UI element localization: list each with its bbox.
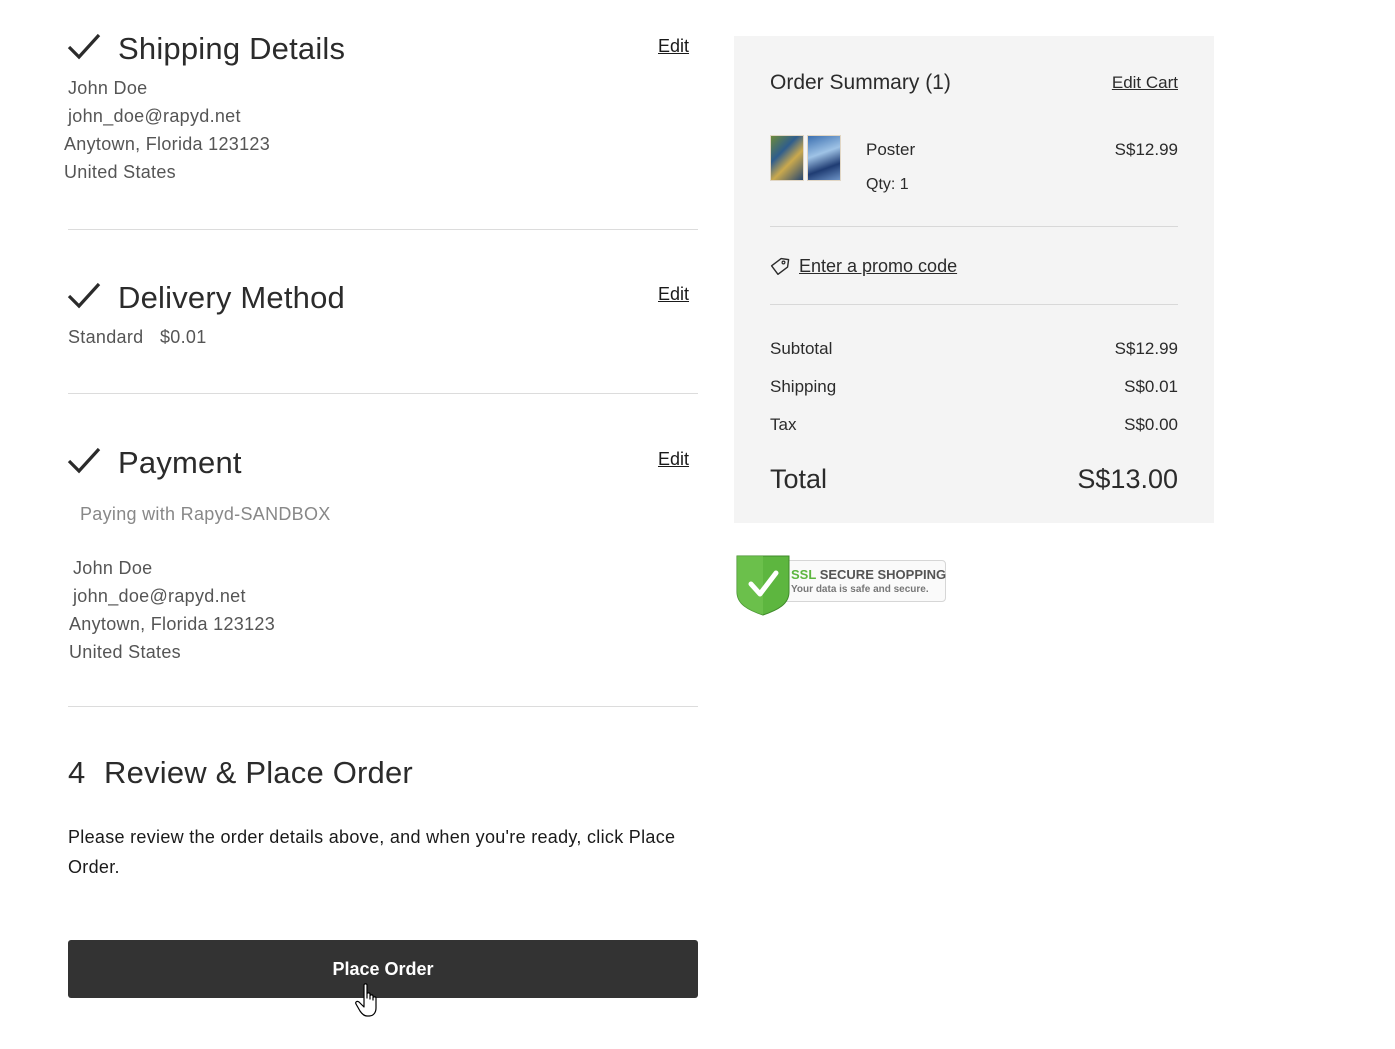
section-divider [68, 393, 698, 394]
shipping-country: United States [64, 162, 176, 182]
section-divider [68, 706, 698, 707]
summary-divider [770, 226, 1178, 227]
payment-title: Payment [118, 445, 242, 480]
order-summary-panel: Order Summary (1) Edit Cart Poster Qty: … [734, 36, 1214, 523]
review-step-number: 4 [68, 755, 86, 790]
subtotal-value: S$12.99 [1114, 339, 1178, 358]
payment-provider-text: Paying with Rapyd-SANDBOX [80, 504, 331, 524]
ssl-secure-badge: SSL SECURE SHOPPING Your data is safe an… [734, 554, 948, 616]
tax-value: S$0.00 [1124, 415, 1178, 434]
total-label: Total [770, 464, 828, 494]
cart-item-name: Poster [866, 140, 916, 159]
poster-thumbnail-left[interactable] [770, 135, 804, 181]
place-order-button[interactable]: Place Order [68, 940, 698, 998]
shipping-name: John Doe [68, 78, 148, 98]
hand-cursor-icon [355, 983, 377, 1017]
edit-cart-link[interactable]: Edit Cart [1112, 73, 1178, 93]
check-icon [67, 282, 101, 309]
shipping-email: john_doe@rapyd.net [68, 106, 241, 126]
payment-address: Anytown, Florida 123123 [69, 614, 276, 634]
ssl-badge-subtitle: Your data is safe and secure. [791, 584, 929, 595]
summary-divider [770, 304, 1178, 305]
check-icon [67, 33, 101, 60]
shipping-address: Anytown, Florida 123123 [64, 134, 271, 154]
ssl-shield-icon [736, 555, 790, 616]
check-icon [67, 447, 101, 474]
ssl-badge-title: SECURE SHOPPING [819, 567, 947, 582]
payment-country: United States [69, 642, 181, 662]
delivery-edit-link[interactable]: Edit [658, 284, 689, 305]
cart-item-price: S$12.99 [1114, 140, 1178, 159]
ssl-badge-heading: SSL SECURE SHOPPING [791, 567, 946, 582]
promo-code-label[interactable]: Enter a promo code [799, 256, 957, 277]
shipping-value: S$0.01 [1124, 377, 1178, 396]
delivery-price: $0.01 [160, 327, 207, 347]
order-summary-title: Order Summary (1) [770, 71, 951, 94]
place-order-label: Place Order [332, 958, 434, 979]
payment-name: John Doe [73, 558, 153, 578]
payment-edit-link[interactable]: Edit [658, 449, 689, 470]
delivery-method-title: Delivery Method [118, 280, 345, 315]
section-divider [68, 229, 698, 230]
review-title: Review & Place Order [104, 755, 413, 790]
subtotal-label: Subtotal [770, 339, 833, 358]
poster-thumbnail-right[interactable] [807, 135, 841, 181]
cart-item-qty: Qty: 1 [866, 176, 909, 193]
total-value: S$13.00 [1077, 464, 1178, 494]
tax-label: Tax [770, 415, 797, 434]
tag-icon [770, 257, 790, 275]
shipping-details-title: Shipping Details [118, 31, 346, 66]
payment-email: john_doe@rapyd.net [73, 586, 246, 606]
shipping-label: Shipping [770, 377, 837, 396]
shipping-edit-link[interactable]: Edit [658, 36, 689, 57]
ssl-badge-ssl: SSL [791, 567, 817, 582]
review-instructions: Please review the order details above, a… [68, 827, 676, 877]
delivery-method-name: Standard [68, 327, 144, 347]
